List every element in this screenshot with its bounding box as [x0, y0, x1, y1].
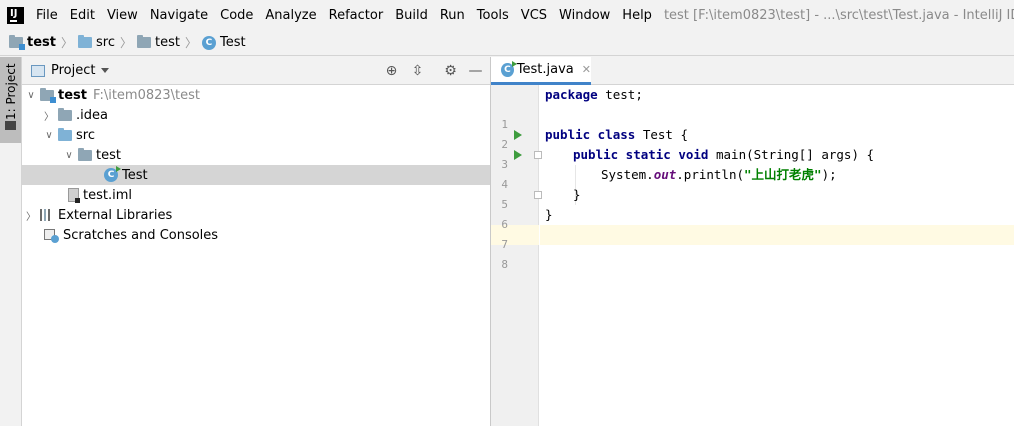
chevron-right-icon: 〉 [60, 36, 73, 50]
line-number: 3 [501, 158, 508, 171]
code-editor: C Test.java ✕ 1 2 3 4 5 6 7 8 package te… [491, 57, 1014, 426]
breadcrumb-item-class[interactable]: C Test [201, 35, 246, 50]
folder-icon [58, 107, 72, 121]
code-line-5[interactable]: System.out.println("上山打老虎"); [601, 165, 837, 185]
package-folder-icon [137, 35, 151, 48]
menu-window[interactable]: Window [553, 8, 616, 23]
class-icon: C [201, 35, 216, 50]
tree-item-iml[interactable]: test.iml [22, 185, 490, 205]
run-main-icon[interactable] [514, 150, 522, 160]
source-folder-icon [78, 35, 92, 48]
menu-code[interactable]: Code [214, 8, 259, 23]
chevron-down-icon[interactable]: ∨ [62, 150, 76, 161]
menu-refactor[interactable]: Refactor [323, 8, 390, 23]
project-view-icon [31, 64, 45, 77]
breadcrumb: test 〉 src 〉 test 〉 C Test [0, 30, 1014, 56]
line-number: 4 [501, 178, 508, 191]
libraries-icon [40, 209, 54, 221]
tree-item-scratches[interactable]: Scratches and Consoles [22, 225, 490, 245]
menu-navigate[interactable]: Navigate [144, 8, 214, 23]
line-number: 5 [501, 198, 508, 211]
menu-bar: IJ File Edit View Navigate Code Analyze … [0, 0, 1014, 30]
code-line-3[interactable]: public class Test { [545, 125, 688, 145]
tree-item-project-root[interactable]: ∨ test F:\item0823\test [22, 85, 490, 105]
menu-build[interactable]: Build [389, 8, 434, 23]
locate-icon[interactable]: ⊕ [384, 64, 399, 79]
menu-file[interactable]: File [34, 8, 64, 23]
tree-item-src[interactable]: ∨ src [22, 125, 490, 145]
tree-item-external-libraries[interactable]: 〉 External Libraries [22, 205, 490, 225]
chevron-right-icon[interactable]: 〉 [42, 108, 56, 123]
scratches-icon [44, 228, 59, 243]
menu-edit[interactable]: Edit [64, 8, 101, 23]
close-icon[interactable]: ✕ [582, 63, 591, 76]
intellij-logo-icon: IJ [7, 6, 24, 24]
project-view-selector[interactable]: Project [51, 63, 95, 78]
minimize-icon[interactable]: — [468, 64, 483, 79]
project-tool-tab[interactable]: 1: Project [0, 57, 21, 143]
module-folder-icon [9, 35, 25, 50]
line-number: 7 [501, 238, 508, 251]
menu-help[interactable]: Help [616, 8, 658, 23]
tree-item-package[interactable]: ∨ test [22, 145, 490, 165]
chevron-down-icon[interactable]: ∨ [42, 130, 56, 141]
code-line-6[interactable]: } [573, 185, 581, 205]
breadcrumb-item-project[interactable]: test [9, 35, 56, 50]
code-line-1[interactable]: package test; [545, 85, 643, 105]
chevron-right-icon: 〉 [119, 36, 132, 50]
module-file-icon [68, 188, 80, 203]
chevron-right-icon[interactable]: 〉 [24, 208, 38, 223]
window-title: test [F:\item0823\test] - ...\src\test\T… [663, 7, 1014, 23]
gear-icon[interactable]: ⚙ [443, 64, 458, 79]
source-folder-icon [58, 127, 72, 141]
chevron-down-icon[interactable]: ∨ [24, 90, 38, 101]
menu-run[interactable]: Run [434, 8, 471, 23]
package-folder-icon [78, 147, 92, 161]
line-number: 1 [501, 118, 508, 131]
editor-tab-bar: C Test.java ✕ [491, 57, 1014, 85]
chevron-right-icon: 〉 [184, 36, 197, 50]
run-class-icon[interactable] [514, 130, 522, 140]
left-tool-stripe: 1: Project [0, 57, 22, 426]
line-number: 8 [501, 258, 508, 271]
line-number: 2 [501, 138, 508, 151]
project-panel: Project ⊕ ⇳ ⚙ — ∨ test F:\item0823\test … [22, 57, 490, 426]
chevron-down-icon[interactable] [101, 68, 110, 73]
module-folder-icon [40, 87, 56, 103]
runnable-class-icon: C [501, 60, 517, 77]
breadcrumb-item-src[interactable]: src [78, 35, 115, 50]
collapse-all-icon[interactable]: ⇳ [410, 64, 425, 79]
runnable-class-icon: C [104, 166, 121, 182]
code-line-4[interactable]: public static void main(String[] args) { [573, 145, 874, 165]
menu-tools[interactable]: Tools [471, 8, 515, 23]
menu-view[interactable]: View [101, 8, 144, 23]
editor-tab-test-java[interactable]: C Test.java ✕ [491, 57, 591, 85]
caret-line-highlight [540, 225, 1014, 245]
breadcrumb-item-package[interactable]: test [137, 35, 180, 50]
folder-icon [5, 121, 16, 130]
fold-marker-icon[interactable] [534, 151, 542, 159]
tree-item-class[interactable]: C Test [22, 165, 490, 185]
menu-analyze[interactable]: Analyze [259, 8, 322, 23]
project-panel-header: Project ⊕ ⇳ ⚙ — [22, 57, 490, 85]
fold-marker-icon[interactable] [534, 191, 542, 199]
line-number: 6 [501, 218, 508, 231]
code-line-7[interactable]: } [545, 205, 553, 225]
tree-item-idea[interactable]: 〉 .idea [22, 105, 490, 125]
menu-vcs[interactable]: VCS [515, 8, 553, 23]
